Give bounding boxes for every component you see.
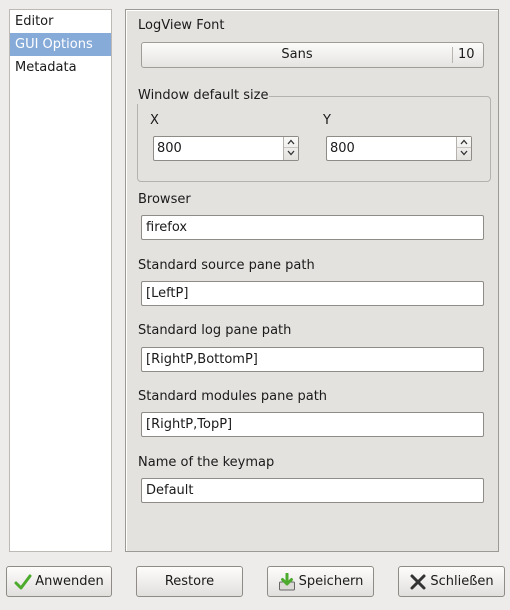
- keymap-input[interactable]: [141, 478, 484, 503]
- chevron-down-icon: [287, 150, 295, 156]
- modules-pane-input[interactable]: [141, 412, 484, 437]
- font-name: Sans: [281, 47, 313, 62]
- y-label: Y: [323, 113, 331, 128]
- chevron-down-icon: [460, 150, 468, 156]
- sidebar-item-gui-options[interactable]: GUI Options: [10, 33, 111, 56]
- chevron-up-icon: [287, 139, 295, 145]
- category-list: Editor GUI Options Metadata: [9, 9, 112, 552]
- logview-font-label: LogView Font: [138, 18, 225, 33]
- sidebar-item-metadata[interactable]: Metadata: [10, 56, 111, 79]
- window-size-frame-title: Window default size: [137, 88, 270, 104]
- browser-input[interactable]: [141, 215, 484, 240]
- width-input[interactable]: [154, 137, 282, 160]
- close-icon: [409, 573, 427, 591]
- apply-button-label: Anwenden: [35, 574, 104, 589]
- width-decrement-button[interactable]: [284, 148, 298, 159]
- save-button-label: Speichern: [298, 574, 364, 589]
- close-button-label: Schließen: [430, 574, 494, 589]
- height-increment-button[interactable]: [457, 137, 471, 148]
- height-input[interactable]: [327, 137, 455, 160]
- browser-label: Browser: [138, 192, 191, 207]
- source-pane-input[interactable]: [141, 281, 484, 306]
- font-separator: [452, 47, 453, 63]
- sidebar-item-editor[interactable]: Editor: [10, 10, 111, 33]
- close-button[interactable]: Schließen: [398, 566, 505, 597]
- log-pane-label: Standard log pane path: [138, 323, 292, 338]
- chevron-up-icon: [460, 139, 468, 145]
- x-label: X: [150, 113, 159, 128]
- width-increment-button[interactable]: [284, 137, 298, 148]
- keymap-label: Name of the keymap: [138, 455, 275, 470]
- source-pane-label: Standard source pane path: [138, 258, 315, 273]
- apply-button[interactable]: Anwenden: [6, 566, 112, 597]
- modules-pane-label: Standard modules pane path: [138, 389, 328, 404]
- save-button[interactable]: Speichern: [267, 566, 374, 597]
- height-spinner: [326, 136, 472, 161]
- restore-button[interactable]: Restore: [136, 566, 243, 597]
- preferences-window: Editor GUI Options Metadata LogView Font…: [0, 0, 510, 610]
- restore-button-label: Restore: [164, 574, 215, 589]
- save-icon: [278, 572, 296, 591]
- width-spinner: [153, 136, 299, 161]
- font-chooser-button[interactable]: Sans 10: [141, 42, 484, 68]
- font-size: 10: [458, 47, 475, 62]
- height-spin-buttons: [456, 137, 471, 160]
- gui-options-panel: LogView Font Sans 10 Window default size…: [125, 9, 499, 552]
- width-spin-buttons: [283, 137, 298, 160]
- log-pane-input[interactable]: [141, 347, 484, 372]
- height-decrement-button[interactable]: [457, 148, 471, 159]
- checkmark-icon: [14, 573, 32, 591]
